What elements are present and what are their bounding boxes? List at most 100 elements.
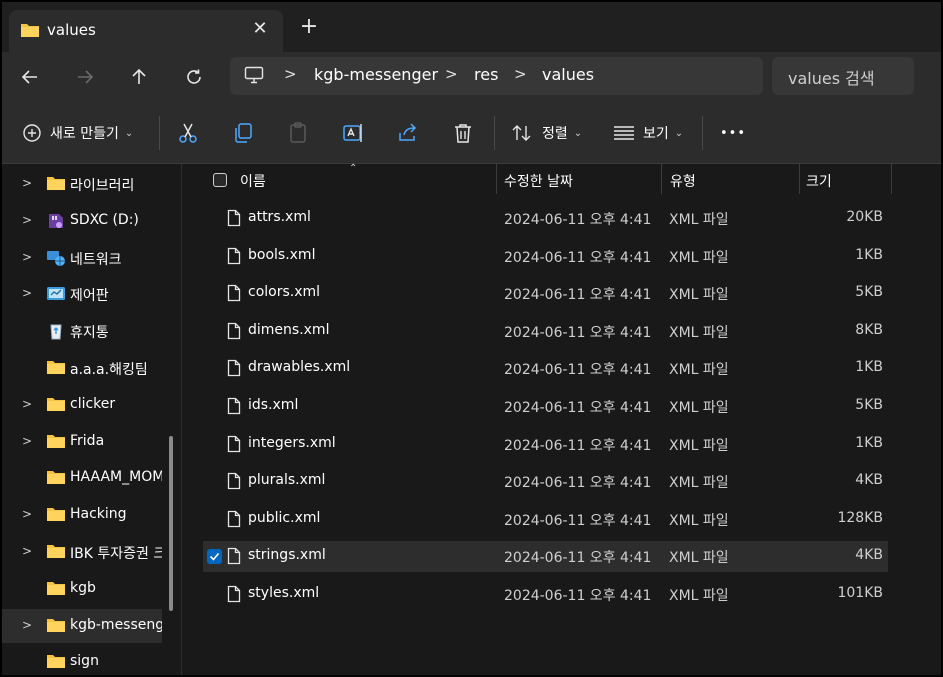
file-size: 1KB: [855, 434, 883, 451]
breadcrumb-values[interactable]: values: [542, 65, 594, 84]
file-size: 5KB: [855, 284, 883, 301]
column-header-name[interactable]: 이름: [240, 171, 266, 191]
library-folder-icon: [46, 175, 66, 193]
select-all-checkbox[interactable]: [213, 173, 227, 187]
cut-icon[interactable]: [176, 121, 200, 145]
file-row[interactable]: bools.xml 2024-06-11 오후 4:41 XML 파일 1KB: [203, 241, 888, 272]
sidebar-item[interactable]: > Hacking: [2, 498, 162, 532]
view-button[interactable]: 보기 ⌄: [613, 120, 683, 146]
column-header-date[interactable]: 수정한 날짜: [504, 171, 573, 191]
file-size: 4KB: [855, 547, 883, 564]
sidebar-item[interactable]: sign: [2, 645, 162, 675]
sidebar-item[interactable]: 휴지통: [2, 314, 162, 348]
share-icon[interactable]: [396, 121, 420, 145]
up-button[interactable]: [124, 62, 154, 92]
column-divider[interactable]: [661, 164, 662, 194]
sidebar-item-label: Hacking: [70, 506, 127, 523]
address-bar[interactable]: > kgb-messenger > res > values: [230, 57, 763, 95]
sidebar-item-label: sign: [70, 653, 99, 670]
xml-file-icon: [227, 359, 241, 381]
command-bar: 새로 만들기 ⌄ 정렬 ⌄ 보기 ⌄ •••: [2, 102, 941, 164]
sidebar-item[interactable]: > SDXC (D:): [2, 204, 162, 238]
file-row[interactable]: public.xml 2024-06-11 오후 4:41 XML 파일 128KB: [203, 504, 888, 535]
expand-chevron-icon[interactable]: >: [22, 176, 32, 190]
close-tab-icon[interactable]: ✕: [249, 18, 271, 39]
xml-file-icon: [227, 284, 241, 306]
sidebar-item[interactable]: > kgb-messenger: [2, 608, 162, 643]
sidebar-item[interactable]: > 라이브러리: [2, 167, 162, 201]
file-type: XML 파일: [669, 550, 729, 567]
expand-chevron-icon[interactable]: >: [22, 618, 32, 632]
expand-chevron-icon[interactable]: >: [22, 286, 32, 300]
file-row[interactable]: attrs.xml 2024-06-11 오후 4:41 XML 파일 20KB: [203, 203, 888, 234]
more-options-button[interactable]: •••: [720, 120, 746, 146]
file-row[interactable]: integers.xml 2024-06-11 오후 4:41 XML 파일 1KB: [203, 429, 888, 460]
file-date: 2024-06-11 오후 4:41: [504, 588, 652, 604]
sidebar-item-label: clicker: [70, 395, 116, 412]
file-row[interactable]: dimens.xml 2024-06-11 오후 4:41 XML 파일 8KB: [203, 316, 888, 347]
expand-chevron-icon[interactable]: >: [22, 434, 32, 448]
file-row[interactable]: plurals.xml 2024-06-11 오후 4:41 XML 파일 4KB: [203, 466, 888, 497]
view-list-icon: [614, 126, 634, 140]
rename-icon[interactable]: [341, 121, 365, 145]
file-size: 1KB: [855, 246, 883, 263]
sidebar-item-label: SDXC (D:): [70, 211, 139, 228]
sort-icon: [512, 125, 531, 141]
forward-button[interactable]: [70, 62, 100, 92]
refresh-button[interactable]: [179, 62, 209, 92]
sidebar-scrollbar[interactable]: [169, 436, 173, 611]
tab-values[interactable]: values ✕: [9, 10, 283, 52]
file-date: 2024-06-11 오후 4:41: [504, 512, 652, 529]
toolbar-separator: [702, 116, 703, 150]
column-header-size[interactable]: 크기: [806, 171, 832, 191]
expand-chevron-icon[interactable]: >: [22, 544, 32, 558]
expand-chevron-icon[interactable]: >: [22, 507, 32, 521]
back-button[interactable]: [15, 62, 45, 92]
file-type: XML 파일: [669, 362, 729, 379]
sidebar-item[interactable]: HAAAM_MOM: [2, 461, 162, 495]
new-tab-button[interactable]: +: [296, 14, 322, 40]
breadcrumb-kgb-messenger[interactable]: kgb-messenger: [314, 65, 438, 84]
sidebar-item-label: a.a.a.해킹팀: [70, 362, 148, 378]
file-row[interactable]: strings.xml 2024-06-11 오후 4:41 XML 파일 4KB: [203, 541, 888, 573]
file-row[interactable]: ids.xml 2024-06-11 오후 4:41 XML 파일 5KB: [203, 391, 888, 422]
folder-icon: [46, 433, 66, 451]
sidebar-item[interactable]: kgb: [2, 572, 162, 606]
tab-title: values: [47, 21, 96, 39]
file-date: 2024-06-11 오후 4:41: [504, 475, 652, 492]
column-header-type[interactable]: 유형: [670, 171, 696, 191]
sidebar-item-label: 휴지통: [70, 325, 109, 342]
sort-button[interactable]: 정렬 ⌄: [512, 120, 582, 146]
file-size: 1KB: [855, 359, 883, 376]
xml-file-icon: [227, 209, 241, 231]
expand-chevron-icon[interactable]: >: [22, 397, 32, 411]
expand-chevron-icon[interactable]: >: [22, 213, 32, 227]
chevron-down-icon: ⌄: [674, 127, 684, 139]
file-date: 2024-06-11 오후 4:41: [504, 212, 652, 228]
chevron-right-icon: >: [445, 65, 458, 83]
file-row[interactable]: colors.xml 2024-06-11 오후 4:41 XML 파일 5KB: [203, 278, 888, 309]
arrow-right-icon: [78, 70, 94, 84]
column-divider[interactable]: [891, 164, 892, 194]
expand-chevron-icon[interactable]: >: [22, 250, 32, 264]
column-divider[interactable]: [496, 164, 497, 194]
sidebar-item[interactable]: > 제어판: [2, 277, 162, 311]
file-row[interactable]: drawables.xml 2024-06-11 오후 4:41 XML 파일 1KB: [203, 353, 888, 384]
row-checkbox-checked[interactable]: [207, 549, 222, 565]
file-row[interactable]: styles.xml 2024-06-11 오후 4:41 XML 파일 101KB: [203, 579, 888, 610]
search-input[interactable]: values 검색: [772, 57, 914, 95]
sidebar-item[interactable]: > Frida: [2, 425, 162, 459]
copy-icon[interactable]: [231, 121, 255, 145]
file-name: attrs.xml: [248, 209, 311, 225]
file-name: plurals.xml: [248, 472, 326, 489]
sidebar-item[interactable]: a.a.a.해킹팀: [2, 351, 162, 385]
breadcrumb-res[interactable]: res: [474, 65, 498, 84]
column-divider[interactable]: [799, 164, 800, 194]
paste-icon[interactable]: [286, 121, 310, 145]
sidebar-item[interactable]: > IBK 투자증권 크: [2, 535, 162, 569]
new-button[interactable]: 새로 만들기 ⌄: [22, 120, 133, 146]
sidebar-item[interactable]: > 네트워크: [2, 241, 162, 275]
file-name: integers.xml: [248, 434, 336, 451]
delete-icon[interactable]: [451, 121, 475, 145]
sidebar-item[interactable]: > clicker: [2, 388, 162, 422]
